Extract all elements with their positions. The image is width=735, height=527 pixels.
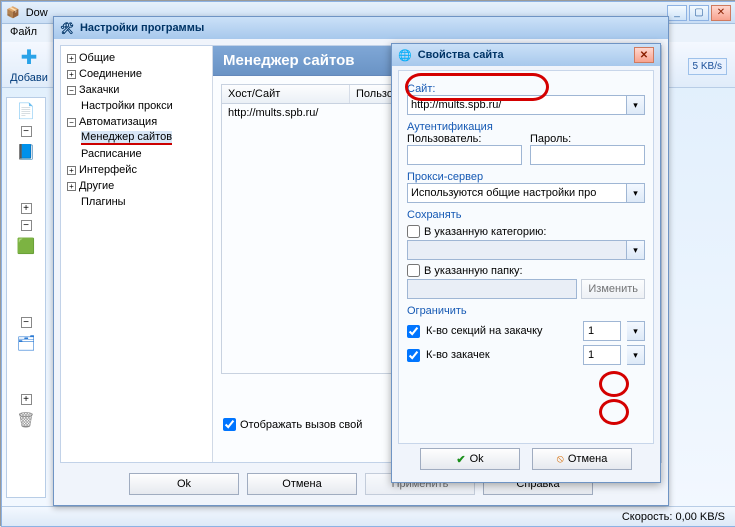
- side-icon-4[interactable]: 🗂: [17, 334, 35, 352]
- menu-file[interactable]: Файл: [10, 26, 37, 38]
- check-category-label: В указанную категорию:: [424, 226, 546, 238]
- site-url-combo[interactable]: ▾: [407, 95, 645, 115]
- settings-tree[interactable]: +Общие +Соединение −Закачки Настройки пр…: [61, 46, 213, 462]
- category-value: [407, 240, 627, 260]
- show-call-label: Отображать вызов свой: [240, 419, 362, 431]
- site-title-bar[interactable]: 🌐 Свойства сайта ✕: [392, 44, 660, 66]
- side-icon-1[interactable]: 📄: [17, 102, 35, 120]
- folder-value: [407, 279, 577, 299]
- tree-item-interface[interactable]: +Интерфейс: [63, 162, 210, 178]
- chevron-down-icon[interactable]: ▾: [627, 321, 645, 341]
- tree-collapse-2[interactable]: −: [21, 220, 32, 231]
- site-body: Сайт: ▾ Аутентификация Пользователь: Пар…: [398, 70, 654, 444]
- sections-value[interactable]: 1: [583, 321, 621, 341]
- collapse-icon[interactable]: −: [67, 86, 76, 95]
- downloads-value[interactable]: 1: [583, 345, 621, 365]
- settings-title-text: Настройки программы: [80, 22, 204, 34]
- check-sections-label: К-во секций на закачку: [426, 325, 577, 337]
- site-cancel-button[interactable]: ⦸Отмена: [532, 448, 632, 470]
- tree-item-automation[interactable]: −Автоматизация: [63, 114, 210, 130]
- expand-icon[interactable]: +: [67, 54, 76, 63]
- downloads-row: К-во закачек 1 ▾: [407, 345, 645, 365]
- tree-item-other[interactable]: +Другие: [63, 178, 210, 194]
- tree-item-proxy[interactable]: Настройки прокси: [63, 98, 210, 114]
- site-url-input[interactable]: [407, 95, 627, 115]
- check-category-row: В указанную категорию:: [407, 225, 645, 238]
- chevron-down-icon[interactable]: ▾: [627, 240, 645, 260]
- settings-cancel-button[interactable]: Отмена: [247, 473, 357, 495]
- check-folder[interactable]: [407, 264, 420, 277]
- tree-collapse-1[interactable]: −: [21, 126, 32, 137]
- label-password: Пароль:: [530, 133, 645, 145]
- col-host[interactable]: Хост/Сайт: [222, 85, 350, 103]
- tree-item-connection[interactable]: +Соединение: [63, 66, 210, 82]
- check-category[interactable]: [407, 225, 420, 238]
- check-sections[interactable]: [407, 325, 420, 338]
- status-bar: Скорость: 0,00 KB/S: [2, 506, 735, 526]
- tree-expand-1[interactable]: +: [21, 203, 32, 214]
- side-icon-3[interactable]: 🟩: [17, 237, 35, 255]
- chevron-down-icon[interactable]: ▾: [627, 95, 645, 115]
- plus-icon: ✚: [17, 46, 41, 70]
- app-icon: 📦: [6, 6, 20, 19]
- tree-item-plugins[interactable]: Плагины: [63, 194, 210, 210]
- speed-indicator[interactable]: 5 KB/s: [688, 58, 727, 75]
- tree-item-downloads[interactable]: −Закачки: [63, 82, 210, 98]
- expand-icon[interactable]: +: [67, 70, 76, 79]
- chevron-down-icon[interactable]: ▾: [627, 183, 645, 203]
- collapse-icon[interactable]: −: [67, 118, 76, 127]
- check-folder-row: В указанную папку:: [407, 264, 645, 277]
- close-button[interactable]: ✕: [711, 5, 731, 21]
- minimize-button[interactable]: _: [667, 5, 687, 21]
- check-downloads[interactable]: [407, 349, 420, 362]
- proxy-value[interactable]: [407, 183, 627, 203]
- site-ok-button[interactable]: ✔Ok: [420, 448, 520, 470]
- auth-row: Пользователь: Пароль:: [407, 133, 645, 165]
- proxy-combo[interactable]: ▾: [407, 183, 645, 203]
- settings-ok-button[interactable]: Ok: [129, 473, 239, 495]
- tree-expand-2[interactable]: +: [21, 394, 32, 405]
- tree-item-general[interactable]: +Общие: [63, 50, 210, 66]
- expand-icon[interactable]: +: [67, 166, 76, 175]
- settings-title-bar[interactable]: 🛠 Настройки программы: [54, 17, 668, 39]
- group-auth: Аутентификация: [407, 121, 645, 133]
- gear-icon: 🛠: [60, 22, 74, 35]
- sections-row: К-во секций на закачку 1 ▾: [407, 321, 645, 341]
- toolbar-add-label: Добави: [10, 72, 48, 84]
- folder-row: Изменить: [407, 279, 645, 299]
- group-limit: Ограничить: [407, 305, 645, 317]
- group-proxy: Прокси-сервер: [407, 171, 645, 183]
- side-icon-2[interactable]: 📘: [17, 143, 35, 161]
- toolbar-add-button[interactable]: ✚ Добави: [2, 43, 56, 87]
- check-downloads-label: К-во закачек: [426, 349, 577, 361]
- tree-collapse-3[interactable]: −: [21, 317, 32, 328]
- side-panel: 📄 − 📘 + − 🟩 − 🗂 + 🗑: [6, 97, 46, 498]
- maximize-button[interactable]: ▢: [689, 5, 709, 21]
- chevron-down-icon[interactable]: ▾: [627, 345, 645, 365]
- expand-icon[interactable]: +: [67, 182, 76, 191]
- check-icon: ✔: [456, 453, 465, 466]
- status-speed-text: Скорость: 0,00 KB/S: [622, 511, 725, 523]
- window-buttons: _ ▢ ✕: [667, 5, 731, 21]
- site-bottom-buttons: ✔Ok ⦸Отмена: [398, 448, 654, 476]
- tree-item-schedule[interactable]: Расписание: [63, 146, 210, 162]
- password-input[interactable]: [530, 145, 645, 165]
- row-host: http://mults.spb.ru/: [222, 104, 350, 122]
- label-user: Пользователь:: [407, 133, 522, 145]
- tree-item-site-manager[interactable]: Менеджер сайтов: [63, 130, 210, 146]
- show-call-checkbox[interactable]: [223, 418, 236, 431]
- user-input[interactable]: [407, 145, 522, 165]
- site-close-button[interactable]: ✕: [634, 47, 654, 63]
- change-folder-button[interactable]: Изменить: [581, 279, 645, 299]
- label-site: Сайт:: [407, 83, 645, 95]
- category-combo[interactable]: ▾: [407, 240, 645, 260]
- group-save: Сохранять: [407, 209, 645, 221]
- site-properties-dialog: 🌐 Свойства сайта ✕ Сайт: ▾ Аутентификаци…: [391, 43, 661, 483]
- cancel-icon: ⦸: [557, 453, 564, 466]
- check-folder-label: В указанную папку:: [424, 265, 523, 277]
- main-title-text: Dow: [26, 7, 48, 19]
- site-props-icon: 🌐: [398, 49, 412, 62]
- trash-icon[interactable]: 🗑: [17, 411, 35, 429]
- site-title-text: Свойства сайта: [418, 49, 504, 61]
